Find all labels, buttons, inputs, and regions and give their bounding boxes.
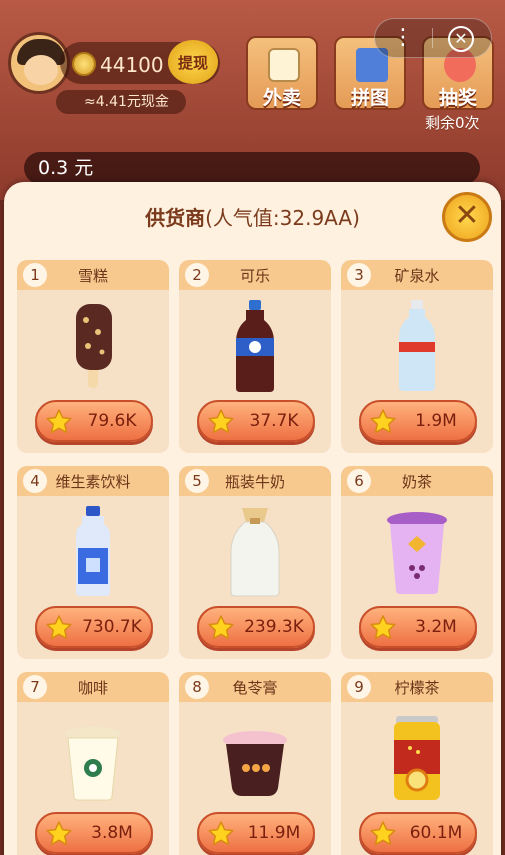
- milk-tea-cup-icon: [382, 504, 452, 600]
- more-options-icon[interactable]: ⋮: [392, 24, 414, 52]
- star-icon: [369, 820, 397, 848]
- item-price: 79.6K: [87, 411, 137, 431]
- star-icon: [207, 820, 235, 848]
- buy-button[interactable]: 730.7K: [35, 606, 153, 648]
- buy-button[interactable]: 60.1M: [359, 812, 477, 854]
- supplier-card: 9 柠檬茶 60.1M: [341, 672, 493, 855]
- item-name: 柠檬茶: [394, 679, 440, 697]
- coin-icon: [72, 52, 96, 76]
- capsule-divider: [432, 28, 433, 48]
- item-price: 239.3K: [244, 617, 304, 637]
- water-bottle-icon: [382, 298, 452, 394]
- star-icon: [369, 614, 397, 642]
- lottery-label: 抽奖: [438, 87, 477, 109]
- supplier-card: 4 维生素饮料 730.7K: [17, 466, 169, 659]
- close-panel-button[interactable]: ✕: [442, 192, 492, 242]
- delivery-bag-icon: [268, 48, 300, 82]
- star-icon: [45, 408, 73, 436]
- item-price: 60.1M: [409, 823, 463, 843]
- item-name: 雪糕: [77, 267, 108, 285]
- buy-button[interactable]: 1.9M: [359, 400, 477, 442]
- cash-equivalent: ≈4.41元现金: [56, 90, 186, 114]
- delivery-label: 外卖: [262, 87, 301, 109]
- supplier-card: 8 龟苓膏 11.9M: [179, 672, 331, 855]
- item-name: 矿泉水: [394, 267, 440, 285]
- lottery-remaining: 剩余0次: [425, 114, 480, 132]
- item-price: 37.7K: [249, 411, 299, 431]
- item-price: 730.7K: [82, 617, 142, 637]
- star-icon: [207, 408, 235, 436]
- lemon-tea-can-icon: [382, 710, 452, 806]
- buy-button[interactable]: 79.6K: [35, 400, 153, 442]
- supplier-card: 6 奶茶 3.2M: [341, 466, 493, 659]
- item-name: 瓶装牛奶: [224, 473, 285, 491]
- withdraw-button[interactable]: 提现: [168, 40, 218, 84]
- item-price: 3.2M: [415, 617, 457, 637]
- supplier-card: 7 咖啡 3.8M: [17, 672, 169, 855]
- buy-button[interactable]: 3.2M: [359, 606, 477, 648]
- supplier-card: 3 矿泉水 1.9M: [341, 260, 493, 453]
- coin-balance: 44100: [100, 53, 164, 77]
- star-icon: [207, 614, 235, 642]
- buy-button[interactable]: 239.3K: [197, 606, 315, 648]
- milk-bottle-icon: [220, 504, 290, 600]
- buy-button[interactable]: 11.9M: [197, 812, 315, 854]
- item-name: 奶茶: [401, 473, 432, 491]
- supplier-card: 1 雪糕 79.6K: [17, 260, 169, 453]
- delivery-tile[interactable]: 外卖: [246, 36, 318, 110]
- avatar-face: [24, 55, 58, 85]
- panel-title: 供货商(人气值:32.9AA): [0, 202, 505, 231]
- puzzle-label: 拼图: [350, 87, 389, 109]
- star-icon: [369, 408, 397, 436]
- star-icon: [45, 614, 73, 642]
- item-name: 维生素饮料: [55, 473, 131, 491]
- vitamin-drink-icon: [58, 504, 128, 600]
- buy-button[interactable]: 3.8M: [35, 812, 153, 854]
- item-price: 1.9M: [415, 411, 457, 431]
- coffee-cup-icon: [58, 710, 128, 806]
- popularity-value: (人气值:32.9AA): [205, 206, 360, 230]
- ice-cream-bar-icon: [58, 298, 128, 394]
- item-name: 可乐: [239, 267, 270, 285]
- item-price: 3.8M: [91, 823, 133, 843]
- panel-title-text: 供货商: [145, 206, 206, 230]
- supplier-card: 2 可乐 37.7K: [179, 260, 331, 453]
- cola-bottle-icon: [220, 298, 290, 394]
- exit-mini-program-icon[interactable]: ✕: [448, 26, 474, 52]
- star-icon: [45, 820, 73, 848]
- item-name: 咖啡: [77, 679, 108, 697]
- balance-bar: 0.3 元: [24, 152, 480, 184]
- supplier-card: 5 瓶装牛奶 239.3K: [179, 466, 331, 659]
- item-price: 11.9M: [247, 823, 301, 843]
- buy-button[interactable]: 37.7K: [197, 400, 315, 442]
- herbal-jelly-icon: [220, 710, 290, 806]
- item-name: 龟苓膏: [232, 679, 278, 697]
